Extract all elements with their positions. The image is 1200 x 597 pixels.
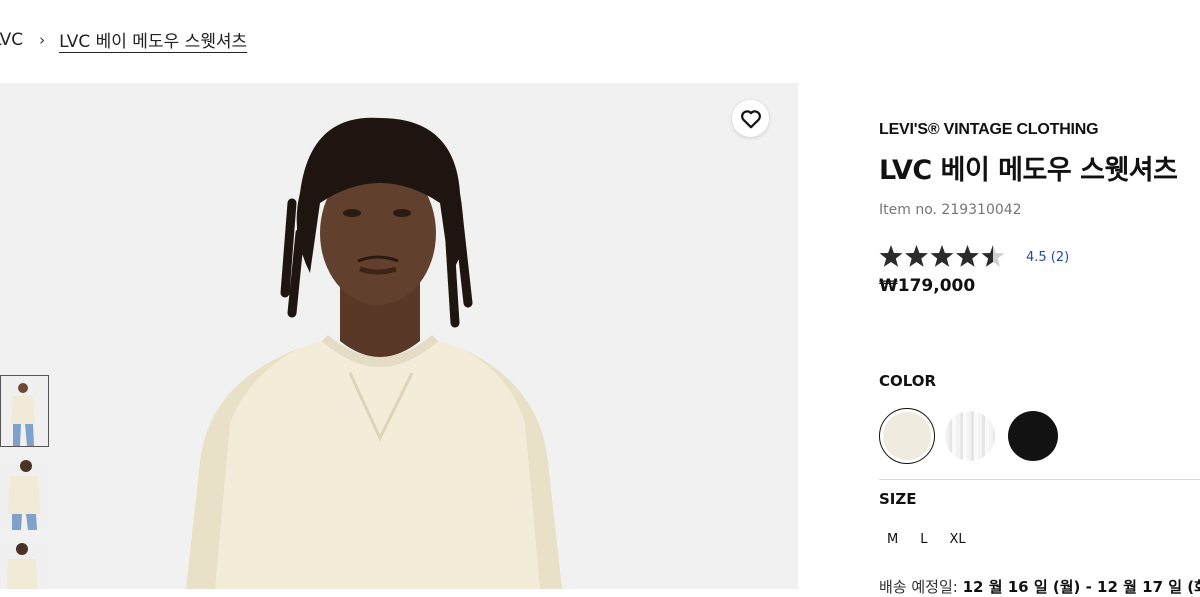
color-swatch-white-heather[interactable]	[945, 411, 995, 461]
breadcrumb: LVC › LVC 베이 메도우 스웻셔츠	[0, 27, 247, 53]
star-rating-icon	[879, 245, 1005, 267]
wishlist-button[interactable]	[732, 100, 769, 137]
size-options: M L XL	[887, 532, 988, 547]
thumbnail-3[interactable]	[0, 541, 49, 589]
rating[interactable]: 4.5 (2)	[879, 245, 1069, 269]
color-swatch-ecru-fill	[883, 412, 931, 460]
brand-name[interactable]: LEVI'S® VINTAGE CLOTHING	[879, 121, 1099, 139]
star-filled-1	[879, 245, 903, 267]
thumbnail-2-image	[0, 458, 49, 530]
thumbnail-1[interactable]	[0, 375, 49, 447]
size-option-xl[interactable]: XL	[949, 532, 965, 547]
section-divider	[879, 479, 1200, 480]
size-option-l[interactable]: L	[920, 532, 927, 547]
delivery-range: 12 월 16 일 (월) - 12 월 17 일 (화)	[962, 578, 1200, 596]
product-main-image	[0, 83, 798, 589]
star-filled-3	[930, 245, 954, 267]
star-filled-4	[956, 245, 979, 267]
color-swatch-black[interactable]	[1008, 411, 1058, 461]
item-number: Item no. 219310042	[879, 202, 1022, 218]
delivery-estimate: 배송 예정일: 12 월 16 일 (월) - 12 월 17 일 (화)	[879, 576, 1200, 597]
price: ₩179,000	[879, 276, 976, 296]
delivery-label: 배송 예정일:	[879, 578, 958, 596]
thumbnail-1-image	[1, 376, 48, 446]
size-option-m[interactable]: M	[887, 532, 898, 547]
size-label: SIZE	[879, 490, 917, 508]
color-swatch-ecru[interactable]	[879, 408, 935, 464]
star-filled-2	[905, 245, 928, 267]
thumbnail-3-image	[0, 541, 49, 589]
breadcrumb-separator: ›	[39, 30, 46, 49]
product-image-gallery[interactable]	[0, 83, 798, 589]
color-label: COLOR	[879, 372, 937, 390]
thumbnail-2[interactable]	[0, 458, 49, 530]
breadcrumb-current-link[interactable]: LVC 베이 메도우 스웻셔츠	[59, 27, 247, 52]
breadcrumb-parent-link[interactable]: LVC	[0, 30, 23, 50]
heart-outline-icon	[740, 109, 761, 128]
rating-value[interactable]: 4.5 (2)	[1026, 250, 1069, 265]
product-title: LVC 베이 메도우 스웻셔츠	[879, 155, 1178, 186]
